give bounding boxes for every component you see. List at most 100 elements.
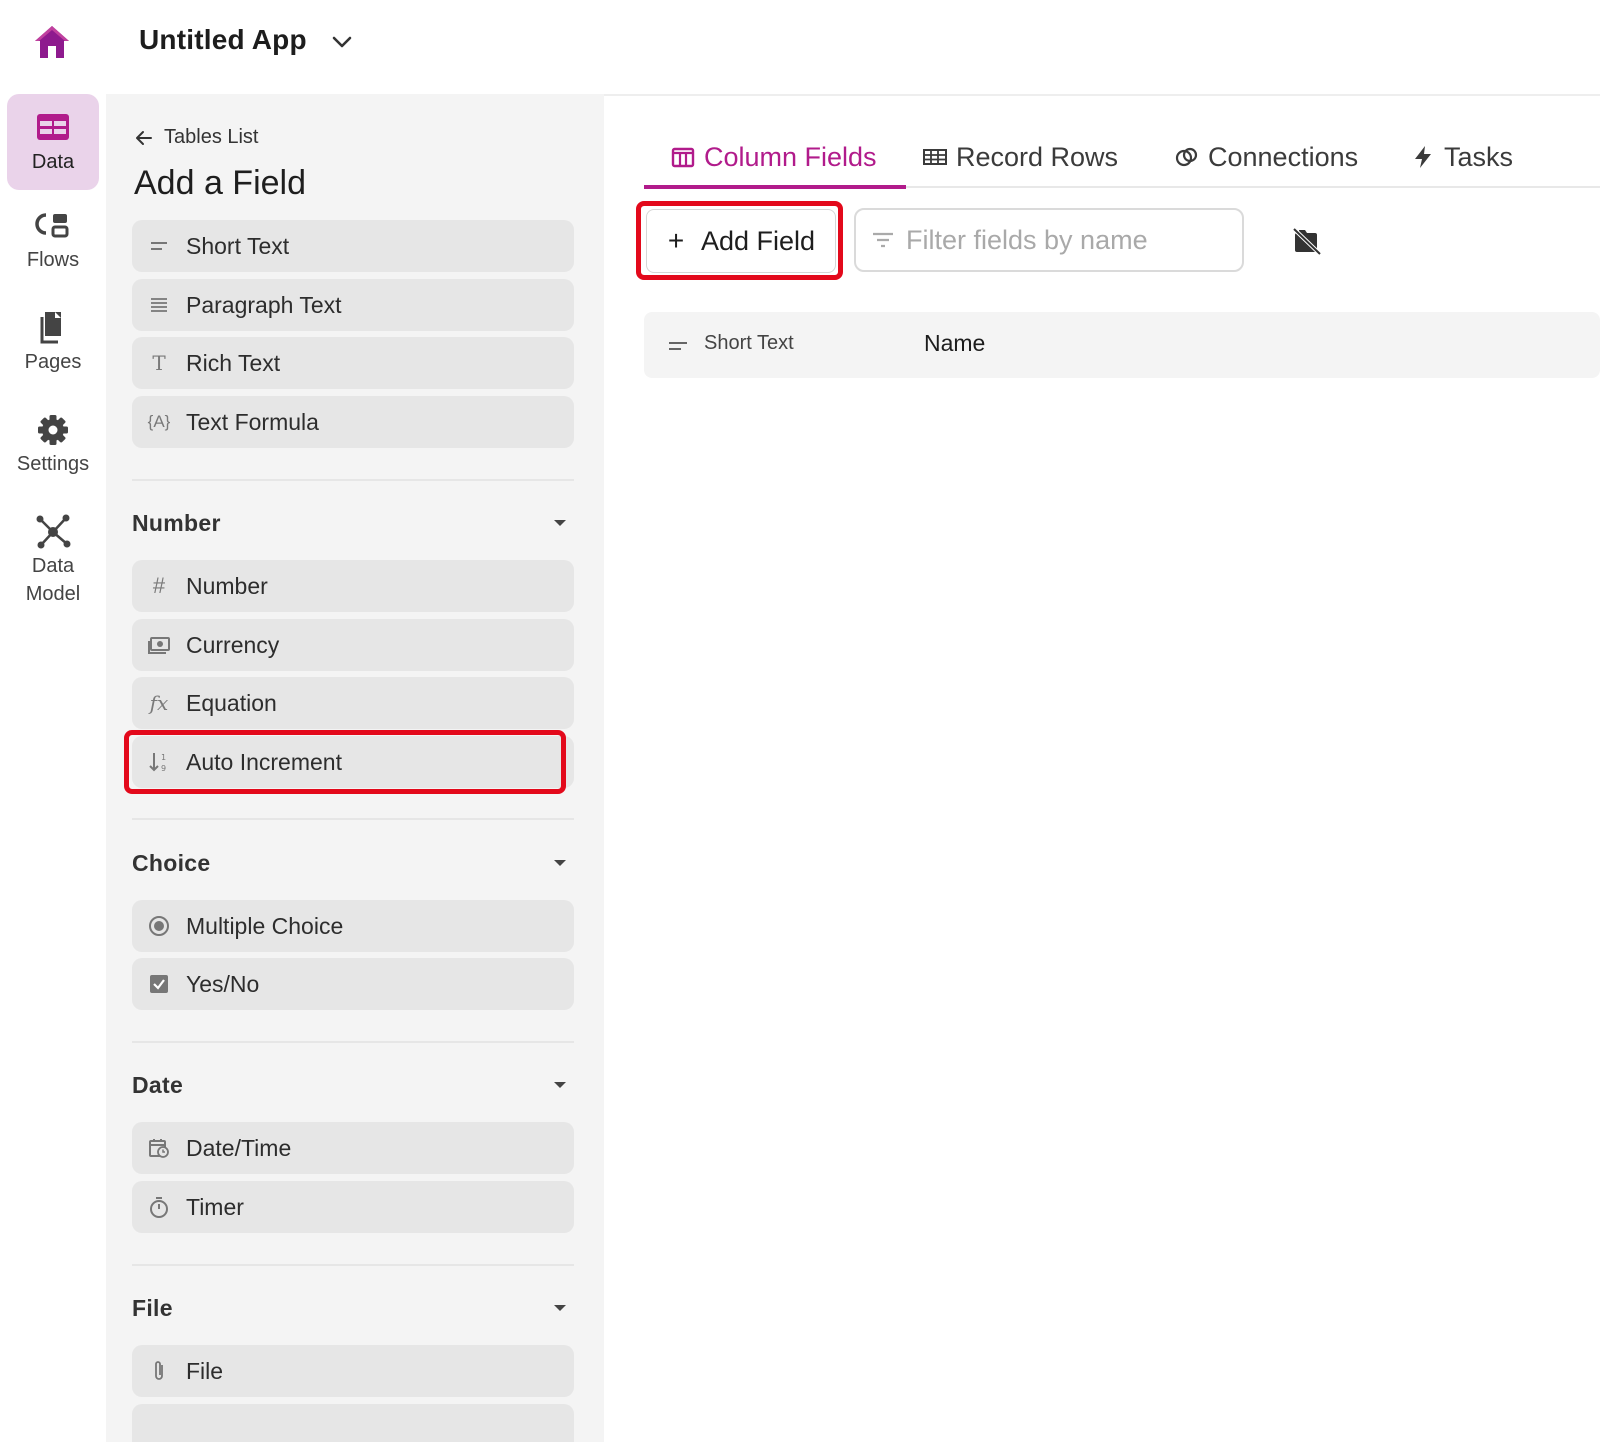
- rail-label: Model: [25, 583, 81, 605]
- rail-item-data[interactable]: Data: [7, 94, 99, 190]
- field-type-yes-no[interactable]: Yes/No: [132, 958, 574, 1010]
- pages-icon: [40, 312, 61, 344]
- field-type-label: Equation: [186, 689, 277, 716]
- arrow-left-icon: [136, 130, 152, 145]
- section-title: File: [132, 1295, 173, 1321]
- short-text-icon: [669, 342, 687, 350]
- highlight-box: [636, 201, 843, 280]
- field-types-panel: Tables List Add a Field Short Text Parag…: [106, 94, 604, 1442]
- rail-item-settings[interactable]: Settings: [7, 410, 99, 486]
- tables-list-label: Tables List: [164, 126, 259, 148]
- field-type-label: Multiple Choice: [186, 912, 344, 939]
- hide-fields-icon[interactable]: [1292, 226, 1322, 256]
- columns-icon: [671, 147, 695, 168]
- tables-list-link[interactable]: Tables List: [134, 126, 259, 149]
- field-type-label: File: [186, 1357, 224, 1384]
- tab-label: Connections: [1208, 141, 1359, 172]
- short-text-icon: [146, 233, 172, 259]
- field-type-label: Number: [186, 572, 268, 599]
- rows-icon: [923, 149, 947, 165]
- rail-item-flows[interactable]: Flows: [7, 206, 99, 282]
- field-type-number[interactable]: # Number: [132, 560, 574, 612]
- tab-record-rows[interactable]: Record Rows: [922, 126, 1118, 188]
- filter-fields-input[interactable]: Filter fields by name: [854, 208, 1244, 272]
- divider: [132, 479, 574, 481]
- currency-icon: [146, 632, 172, 658]
- rich-text-icon: T: [152, 351, 166, 375]
- field-type-paragraph-text[interactable]: Paragraph Text: [132, 279, 574, 331]
- field-row[interactable]: Short Text Name: [644, 312, 1600, 378]
- filter-icon: [873, 232, 893, 248]
- field-type-text-formula[interactable]: {A} Text Formula: [132, 396, 574, 448]
- caret-down-icon: [554, 860, 566, 866]
- field-type-label: Date/Time: [186, 1134, 292, 1161]
- tab-bar: Column Fields Record Rows Connections Ta…: [644, 126, 1600, 189]
- field-type-text: Short Text: [704, 332, 794, 354]
- tab-label: Tasks: [1444, 141, 1514, 172]
- rail-item-pages[interactable]: Pages: [7, 308, 99, 384]
- table-icon: [37, 114, 69, 140]
- panel-title: Add a Field: [134, 164, 306, 202]
- field-type-label: Text Formula: [186, 408, 319, 435]
- hash-icon: #: [152, 573, 166, 598]
- top-bar: Untitled App: [0, 0, 1600, 94]
- calendar-clock-icon: [146, 1135, 172, 1161]
- paperclip-icon: [146, 1358, 172, 1384]
- flows-icon: [35, 213, 69, 238]
- section-title: Date: [132, 1072, 184, 1098]
- section-title: Number: [132, 510, 221, 536]
- field-type-currency[interactable]: Currency: [132, 619, 574, 671]
- tab-column-fields[interactable]: Column Fields: [670, 126, 877, 188]
- field-type-label: Paragraph Text: [186, 291, 342, 318]
- app-title[interactable]: Untitled App: [139, 24, 307, 56]
- text-formula-icon: {A}: [147, 412, 171, 431]
- highlight-box: [124, 730, 566, 794]
- divider: [132, 818, 574, 820]
- field-type-timer[interactable]: Timer: [132, 1181, 574, 1233]
- caret-down-icon: [554, 520, 566, 526]
- field-type-label: Short Text: [186, 232, 290, 259]
- divider: [132, 1264, 574, 1266]
- rail-item-data-model[interactable]: Data Model: [7, 512, 99, 616]
- main-area: Column Fields Record Rows Connections Ta…: [604, 94, 1600, 1442]
- function-icon: fx: [149, 691, 169, 715]
- field-type-label: Currency: [186, 631, 280, 658]
- field-type-multiple-choice[interactable]: Multiple Choice: [132, 900, 574, 952]
- section-header-choice[interactable]: Choice: [132, 850, 574, 877]
- field-type-label: Yes/No: [186, 970, 260, 997]
- field-type-file[interactable]: File: [132, 1345, 574, 1397]
- field-name-text: Name: [924, 330, 986, 356]
- home-icon[interactable]: [32, 22, 72, 62]
- field-type-label: Rich Text: [186, 349, 281, 376]
- field-type-label: Timer: [186, 1193, 244, 1220]
- lightning-icon: [1415, 146, 1431, 168]
- data-model-icon: [36, 514, 71, 549]
- gear-icon: [38, 415, 68, 445]
- rail-label: Settings: [16, 453, 90, 475]
- divider: [132, 1041, 574, 1043]
- rail-label: Pages: [24, 351, 82, 373]
- field-type-short-text[interactable]: Short Text: [132, 220, 574, 272]
- chevron-down-icon[interactable]: [330, 30, 354, 54]
- stopwatch-icon: [146, 1194, 172, 1220]
- filter-placeholder: Filter fields by name: [906, 224, 1148, 255]
- radio-icon: [146, 913, 172, 939]
- active-tab-underline: [644, 185, 906, 189]
- field-type-equation[interactable]: fx Equation: [132, 677, 574, 729]
- field-type-rich-text[interactable]: T Rich Text: [132, 337, 574, 389]
- field-type-date-time[interactable]: Date/Time: [132, 1122, 574, 1174]
- caret-down-icon: [554, 1082, 566, 1088]
- caret-down-icon: [554, 1305, 566, 1311]
- section-header-file[interactable]: File: [132, 1295, 574, 1322]
- section-header-number[interactable]: Number: [132, 510, 574, 537]
- checkbox-icon: [146, 971, 172, 997]
- section-header-date[interactable]: Date: [132, 1072, 574, 1099]
- paragraph-icon: [146, 292, 172, 318]
- field-type-more[interactable]: [132, 1404, 574, 1442]
- left-rail: Data Flows Pages Settings Data Model: [0, 94, 106, 1442]
- rail-label: Data: [31, 151, 75, 173]
- rail-label: Flows: [26, 249, 80, 271]
- section-title: Choice: [132, 850, 211, 876]
- tab-tasks[interactable]: Tasks: [1410, 126, 1513, 188]
- tab-connections[interactable]: Connections: [1174, 126, 1358, 188]
